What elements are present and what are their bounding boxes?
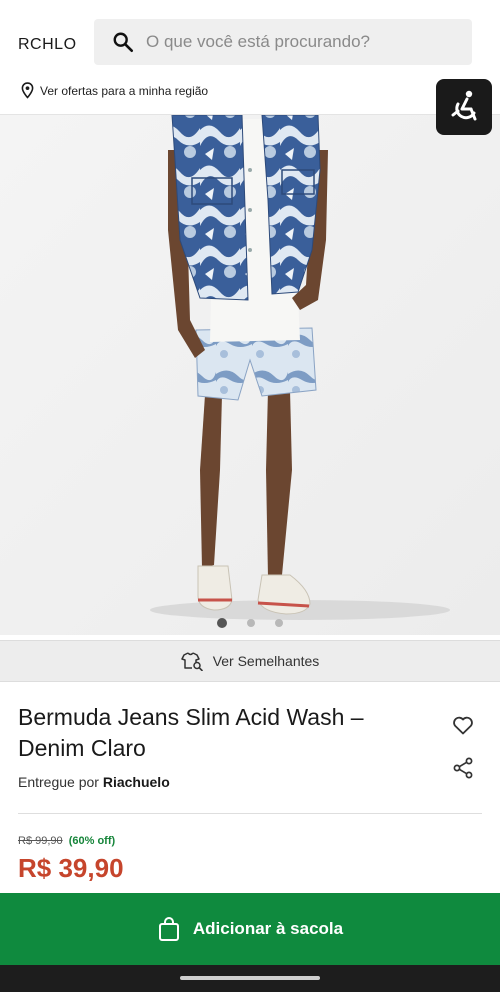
product-title: Bermuda Jeans Slim Acid Wash – Denim Cla…: [18, 704, 364, 761]
share-icon[interactable]: [452, 757, 474, 779]
carousel-dot[interactable]: [217, 618, 227, 628]
similar-search-icon: [180, 652, 203, 671]
logo[interactable]: RCHLO: [18, 36, 77, 54]
system-nav-bar: [0, 965, 500, 992]
search-icon: [113, 32, 133, 52]
divider: [18, 813, 482, 814]
delivery-prefix: Entregue por: [18, 774, 99, 790]
location-pin-icon: [21, 82, 34, 99]
heart-icon[interactable]: [451, 713, 475, 737]
old-price: R$ 99,90: [18, 835, 63, 847]
product-image[interactable]: [0, 115, 500, 635]
header: RCHLO Ver ofertas para a minha região: [0, 0, 500, 115]
accessibility-icon: [451, 90, 477, 121]
search-bar[interactable]: [94, 19, 472, 65]
current-price: R$ 39,90: [18, 853, 124, 883]
region-text: Ver ofertas para a minha região: [40, 83, 209, 98]
carousel-dot[interactable]: [275, 619, 283, 627]
shopping-bag-icon: [158, 917, 179, 941]
carousel-dots: [0, 618, 500, 628]
carousel-dot[interactable]: [247, 619, 255, 627]
see-similar-button[interactable]: Ver Semelhantes: [0, 640, 500, 682]
add-to-bag-label: Adicionar à sacola: [192, 919, 344, 938]
search-input[interactable]: [146, 19, 456, 65]
discount-badge: (60% off): [68, 835, 116, 847]
accessibility-button[interactable]: [436, 79, 492, 135]
see-similar-label: Ver Semelhantes: [212, 653, 320, 669]
add-to-bag-button[interactable]: Adicionar à sacola: [0, 893, 500, 965]
region-link[interactable]: Ver ofertas para a minha região: [21, 82, 208, 99]
old-price-line: R$ 99,90 (60% off): [18, 835, 115, 847]
home-indicator[interactable]: [180, 976, 320, 980]
seller-name[interactable]: Riachuelo: [103, 774, 170, 790]
delivery-info: Entregue por Riachuelo: [18, 774, 170, 790]
product-image-gallery[interactable]: [0, 115, 500, 635]
